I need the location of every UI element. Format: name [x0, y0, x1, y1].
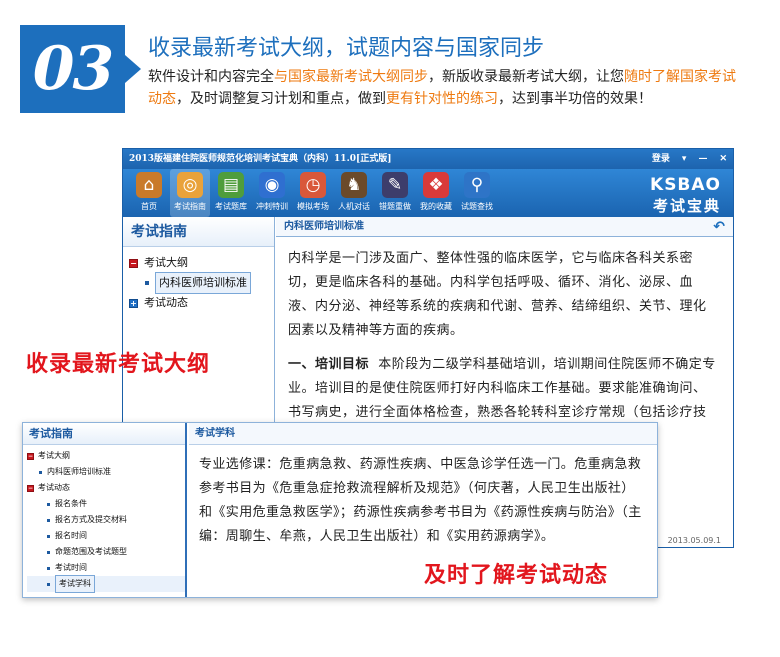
status-version: 2013.05.09.1	[667, 536, 721, 545]
home-icon: ⌂	[136, 172, 162, 198]
toolbar-button-4[interactable]: ◷ 模拟考场	[293, 169, 333, 217]
tree-item-label: 考试时间	[55, 563, 87, 572]
tree-item-label: 报名时间	[55, 531, 87, 540]
toolbar-label: 首页	[141, 202, 157, 211]
toolbar-button-5[interactable]: ♞ 人机对话	[334, 169, 374, 217]
toolbar-button-8[interactable]: ⚲ 试题查找	[457, 169, 497, 217]
tree-item[interactable]: 内科医师培训标准	[27, 464, 185, 480]
tree-item[interactable]: 报名时间	[27, 528, 185, 544]
toolbar-button-3[interactable]: ◉ 冲刺特训	[252, 169, 292, 217]
bullet-icon	[47, 502, 50, 506]
section-number: 03	[32, 34, 115, 104]
tree-item[interactable]: 考试时间	[27, 560, 185, 576]
bullet-icon	[47, 518, 50, 522]
collapse-icon[interactable]: −	[129, 258, 138, 268]
tree-item[interactable]: 考试学科	[27, 575, 185, 593]
tree-item[interactable]: 内科医师培训标准	[129, 272, 274, 294]
caption-news: 及时了解考试动态	[424, 563, 609, 588]
collapse-icon[interactable]: −	[27, 452, 34, 460]
chess-icon: ♞	[341, 172, 367, 198]
tree-item-label: 报名方式及提交材料	[55, 515, 127, 524]
bullet-icon	[47, 534, 50, 538]
tree-item-label: 考试大纲	[38, 451, 70, 460]
brand-en: KSBAO	[650, 175, 721, 195]
bullet-icon	[145, 281, 149, 285]
bullet-icon	[47, 566, 50, 570]
menu-dropdown-icon[interactable]: ▾	[682, 149, 687, 169]
desc-text: ，达到事半功倍的效果！	[498, 91, 652, 107]
toolbar-button-6[interactable]: ✎ 错题重做	[375, 169, 415, 217]
pen-icon: ✎	[382, 172, 408, 198]
tree-item[interactable]: − 考试大纲	[129, 253, 274, 273]
detail-sidebar-tree: − 考试大纲 内科医师培训标准 − 考试动态 报名条件 报名方式及提交材料 报名时间 命题范围及…	[23, 445, 185, 593]
expand-icon[interactable]: +	[129, 298, 138, 308]
caption-outline: 收录最新考试大纲	[26, 352, 211, 377]
magnifier-icon: ⚲	[464, 172, 490, 198]
collapse-icon[interactable]: −	[27, 484, 34, 492]
back-icon[interactable]: ↶	[713, 217, 725, 237]
toolbar-label: 考试指南	[174, 202, 206, 211]
tree-item-label: 考试动态	[144, 296, 188, 309]
brand-logo: KSBAO 考试宝典	[650, 175, 721, 216]
globe-icon: ◉	[259, 172, 285, 198]
desc-highlight: 更有针对性的练习	[386, 91, 498, 107]
content-body: 内科学是一门涉及面广、整体性强的临床医学，它与临床各科关系密切，更是临床各科的基…	[276, 237, 733, 449]
tree-item-label: 命题范围及考试题型	[55, 547, 127, 556]
sidebar-tree: − 考试大纲 内科医师培训标准 + 考试动态	[123, 247, 274, 313]
toolbar-button-1[interactable]: ◎ 考试指南	[170, 169, 210, 217]
tree-item[interactable]: 报名条件	[27, 496, 185, 512]
content-heading: 内科医师培训标准 ↶	[276, 217, 733, 237]
content-heading-text: 内科医师培训标准	[284, 221, 364, 232]
gift-icon: ❖	[423, 172, 449, 198]
tree-item[interactable]: − 考试大纲	[27, 448, 185, 464]
bullet-icon	[47, 582, 50, 586]
bullet-icon	[47, 550, 50, 554]
tree-item-label: 报名条件	[55, 499, 87, 508]
login-button[interactable]: 登录	[652, 149, 670, 169]
main-toolbar: ⌂ 首页 ◎ 考试指南 ▤ 考试题库 ◉ 冲刺特训 ◷ 模拟考场 ♞ 人机对话 ✎ 错题重做 ❖ 我的收藏 ⚲ 试…	[123, 169, 733, 217]
desc-text: ，及时调整复习计划和重点，做到	[176, 91, 386, 107]
toolbar-label: 我的收藏	[420, 202, 452, 211]
detail-sidebar-title: 考试指南	[23, 423, 185, 445]
desc-highlight: 与国家最新考试大纲同步	[274, 69, 428, 85]
tree-item[interactable]: 报名方式及提交材料	[27, 512, 185, 528]
toolbar-button-0[interactable]: ⌂ 首页	[129, 169, 169, 217]
toolbar-label: 错题重做	[379, 202, 411, 211]
content-paragraph: 内科学是一门涉及面广、整体性强的临床医学，它与临床各科关系密切，更是临床各科的基…	[288, 251, 707, 338]
close-icon[interactable]: ✕	[719, 149, 727, 169]
desc-text: ，新版收录最新考试大纲，让您	[428, 69, 624, 85]
bullet-icon	[39, 470, 42, 474]
section-heading: 一、培训目标	[288, 357, 370, 372]
detail-sidebar: 考试指南 − 考试大纲 内科医师培训标准 − 考试动态 报名条件 报名方式及提交材料 报名时间…	[23, 423, 187, 597]
brand-cn: 考试宝典	[652, 197, 721, 215]
tree-item[interactable]: 命题范围及考试题型	[27, 544, 185, 560]
toolbar-button-2[interactable]: ▤ 考试题库	[211, 169, 251, 217]
toolbar-label: 试题查找	[461, 202, 493, 211]
tree-item-label: 考试学科	[55, 575, 95, 593]
toolbar-button-7[interactable]: ❖ 我的收藏	[416, 169, 456, 217]
tree-item[interactable]: + 考试动态	[129, 293, 274, 313]
detail-heading: 考试学科	[189, 423, 657, 445]
books-icon: ▤	[218, 172, 244, 198]
promo-description: 软件设计和内容完全与国家最新考试大纲同步，新版收录最新考试大纲，让您随时了解国家…	[148, 66, 748, 110]
tree-item-label: 考试大纲	[144, 256, 188, 269]
tree-item[interactable]: − 考试动态	[27, 480, 185, 496]
window-title: 2013版福建住院医师规范化培训考试宝典（内科）11.0[正式版]	[129, 154, 392, 164]
clock-icon: ◷	[300, 172, 326, 198]
toolbar-label: 模拟考场	[297, 202, 329, 211]
tree-item-label: 内科医师培训标准	[47, 467, 111, 476]
toolbar-label: 冲刺特训	[256, 202, 288, 211]
sidebar-title: 考试指南	[123, 217, 274, 247]
tree-item-label: 内科医师培训标准	[155, 272, 251, 294]
tree-item-label: 考试动态	[38, 483, 70, 492]
toolbar-label: 考试题库	[215, 202, 247, 211]
section-number-badge: 03	[20, 25, 141, 113]
toolbar-label: 人机对话	[338, 202, 370, 211]
desc-text: 软件设计和内容完全	[148, 69, 274, 85]
promo-headline: 收录最新考试大纲，试题内容与国家同步	[148, 36, 545, 61]
minimize-icon[interactable]: —	[698, 149, 707, 169]
title-bar: 2013版福建住院医师规范化培训考试宝典（内科）11.0[正式版] 登录 ▾ —…	[123, 149, 733, 169]
detail-body: 专业选修课：危重病急救、药源性疾病、中医急诊学任选一门。危重病急救参考书目为《危…	[199, 457, 642, 544]
compass-icon: ◎	[177, 172, 203, 198]
